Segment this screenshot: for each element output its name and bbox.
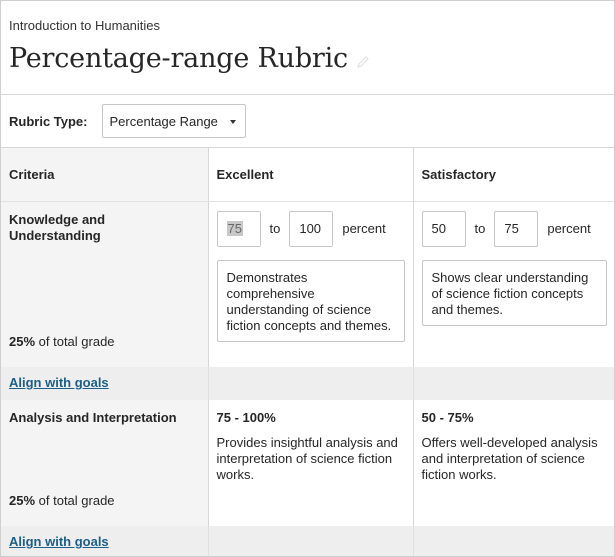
criterion-row: Knowledge and Understanding 25% of total… (1, 201, 614, 367)
align-with-goals-link[interactable]: Align with goals (9, 534, 109, 549)
page-title[interactable]: Percentage-range Rubric (9, 43, 348, 74)
level-range: 75 - 100% (216, 410, 276, 425)
percent-range-editor: 50 to 75 percent (421, 210, 608, 247)
caret-down-icon (229, 120, 236, 124)
level-cell-excellent: 75 to 100 percent Demonstrates comprehen… (208, 201, 414, 367)
criterion-cell: Knowledge and Understanding 25% of total… (1, 201, 209, 367)
range-from-input[interactable]: 75 (216, 210, 261, 247)
title-row: Percentage-range Rubric (9, 43, 606, 74)
page-header: Introduction to Humanities Percentage-ra… (1, 1, 614, 95)
criterion-name[interactable]: Knowledge and Understanding (9, 212, 200, 244)
rubric-type-select[interactable]: Percentage Range (101, 104, 246, 138)
range-unit-label: percent (342, 221, 386, 236)
align-goals-cell: Align with goals (1, 367, 209, 400)
range-to-label: to (269, 221, 281, 236)
criterion-weight: 25% of total grade (9, 334, 115, 349)
level-cell-satisfactory: 50 to 75 percent Shows clear understandi… (413, 201, 614, 367)
align-goals-row: Align with goals (1, 367, 614, 400)
pencil-icon[interactable] (356, 55, 370, 69)
percent-range-editor: 75 to 100 percent (216, 210, 405, 247)
criterion-weight: 25% of total grade (9, 493, 115, 508)
align-spacer-cell (208, 526, 414, 556)
weight-suffix: of total grade (35, 334, 115, 349)
range-to-input[interactable]: 100 (289, 210, 334, 247)
selected-text: 75 (226, 221, 243, 236)
align-goals-row: Align with goals (1, 526, 614, 556)
level-range: 50 - 75% (421, 410, 474, 425)
align-with-goals-link[interactable]: Align with goals (9, 375, 109, 390)
criterion-row: Analysis and Interpretation 25% of total… (1, 400, 614, 526)
level-description-input[interactable]: Demonstrates comprehensive understanding… (216, 259, 405, 342)
level-cell-satisfactory[interactable]: 50 - 75% Offers well-developed analysis … (413, 400, 614, 526)
weight-suffix: of total grade (35, 493, 115, 508)
rubric-type-value: Percentage Range (109, 113, 218, 129)
column-header-excellent[interactable]: Excellent (208, 148, 414, 202)
table-header-row: Criteria Excellent Satisfactory (1, 148, 614, 202)
criterion-cell: Analysis and Interpretation 25% of total… (1, 400, 209, 526)
align-goals-cell: Align with goals (1, 526, 209, 556)
rubric-type-row: Rubric Type: Percentage Range (1, 95, 614, 148)
align-spacer-cell (208, 367, 414, 400)
column-header-satisfactory[interactable]: Satisfactory (413, 148, 614, 202)
level-description: Offers well-developed analysis and inter… (421, 435, 598, 482)
weight-percent[interactable]: 25% (9, 493, 35, 508)
align-spacer-cell (413, 526, 614, 556)
column-header-criteria: Criteria (1, 148, 209, 202)
rubric-page: Introduction to Humanities Percentage-ra… (0, 0, 615, 557)
rubric-table: Criteria Excellent Satisfactory Knowledg… (1, 148, 614, 556)
align-spacer-cell (413, 367, 614, 400)
level-description: Provides insightful analysis and interpr… (216, 435, 398, 482)
range-to-label: to (474, 221, 486, 236)
rubric-type-label: Rubric Type: (9, 113, 88, 129)
weight-percent[interactable]: 25% (9, 334, 35, 349)
criterion-name[interactable]: Analysis and Interpretation (9, 410, 200, 426)
range-from-input[interactable]: 50 (421, 210, 466, 247)
course-name: Introduction to Humanities (9, 18, 161, 33)
range-unit-label: percent (547, 221, 591, 236)
level-cell-excellent[interactable]: 75 - 100% Provides insightful analysis a… (208, 400, 414, 526)
level-description-input[interactable]: Shows clear understanding of science fic… (421, 259, 607, 326)
range-to-input[interactable]: 75 (494, 210, 539, 247)
